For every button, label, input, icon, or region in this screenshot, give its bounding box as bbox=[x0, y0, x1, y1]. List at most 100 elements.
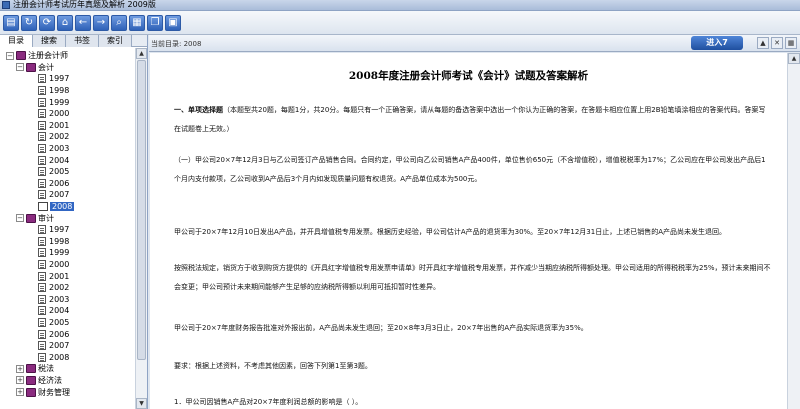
close-icon[interactable]: ✕ bbox=[771, 37, 783, 49]
left-panel: 目录 搜索 书签 索引 − 注册会计师 − 会计 1997 1998 1999 200… bbox=[0, 35, 148, 409]
page-icon bbox=[38, 283, 46, 293]
tree-label: 2007 bbox=[49, 190, 70, 200]
book-icon bbox=[26, 375, 36, 385]
book-icon bbox=[26, 213, 36, 223]
page-icon bbox=[38, 271, 46, 281]
tree-node-subject[interactable]: + 经济法 bbox=[0, 375, 135, 387]
open-page-icon bbox=[38, 202, 48, 212]
tree-node-year[interactable]: 1998 bbox=[0, 85, 135, 97]
tree-label: 2000 bbox=[49, 109, 70, 119]
page-icon bbox=[38, 341, 46, 351]
tree-node-year[interactable]: 2005 bbox=[0, 317, 135, 329]
tab-contents[interactable]: 目录 bbox=[0, 35, 33, 47]
paragraph: （一）甲公司20×7年12月3日与乙公司签订产品销售合同。合同约定，甲公司向乙公… bbox=[174, 156, 766, 183]
tree-node-year[interactable]: 2008 bbox=[0, 351, 135, 363]
notes-icon[interactable]: ▦ bbox=[129, 14, 145, 31]
tree-node-year[interactable]: 2004 bbox=[0, 305, 135, 317]
collapse-icon[interactable]: − bbox=[16, 63, 24, 72]
tree-node-year[interactable]: 2003 bbox=[0, 293, 135, 305]
tree-label: 2006 bbox=[49, 329, 70, 339]
book-icon bbox=[26, 62, 36, 72]
reload-icon[interactable]: ⟳ bbox=[39, 14, 55, 31]
tree-node-year[interactable]: 2000 bbox=[0, 108, 135, 120]
scroll-up-icon[interactable]: ▲ bbox=[788, 53, 800, 64]
app-icon bbox=[2, 1, 10, 9]
page-icon bbox=[38, 86, 46, 96]
tree-node-year[interactable]: 1997 bbox=[0, 224, 135, 236]
tree-node-year[interactable]: 2000 bbox=[0, 259, 135, 271]
tree-node-year[interactable]: 1998 bbox=[0, 236, 135, 248]
tree-node-root[interactable]: − 注册会计师 bbox=[0, 50, 135, 62]
sidebar-tabs: 目录 搜索 书签 索引 bbox=[0, 35, 147, 47]
search-icon[interactable]: ⌕ bbox=[111, 14, 127, 31]
expand-icon[interactable]: + bbox=[16, 376, 24, 385]
document-scrollbar[interactable]: ▲ bbox=[787, 53, 800, 409]
tree-node-year[interactable]: 2004 bbox=[0, 154, 135, 166]
expand-icon[interactable]: + bbox=[16, 388, 24, 397]
page-icon bbox=[38, 74, 46, 84]
tree-label: 1997 bbox=[49, 74, 70, 84]
tree-node-year[interactable]: 1999 bbox=[0, 247, 135, 259]
tree-node-year[interactable]: 2001 bbox=[0, 120, 135, 132]
scroll-up-icon[interactable]: ▲ bbox=[136, 48, 147, 59]
tree-node-subject[interactable]: + 税法 bbox=[0, 363, 135, 375]
scroll-down-icon[interactable]: ▼ bbox=[136, 398, 147, 409]
enter-button[interactable]: 进入7 bbox=[691, 36, 743, 50]
tree-node-year[interactable]: 2007 bbox=[0, 189, 135, 201]
tree-label: 税法 bbox=[38, 364, 54, 374]
section-text: （本题型共20题，每题1分，共20分。每题只有一个正确答案，请从每题的备选答案中… bbox=[174, 106, 766, 133]
tree-node-subject[interactable]: − 审计 bbox=[0, 212, 135, 224]
tree-label: 2004 bbox=[49, 155, 70, 165]
book-icon[interactable]: ▤ bbox=[3, 14, 19, 31]
refresh-icon[interactable]: ↻ bbox=[21, 14, 37, 31]
page-icon bbox=[38, 259, 46, 269]
tree-label: 2003 bbox=[49, 294, 70, 304]
grid-icon[interactable]: ▦ bbox=[785, 37, 797, 49]
tree-node-year[interactable]: 1999 bbox=[0, 96, 135, 108]
page-icon bbox=[38, 132, 46, 142]
tree-scrollbar[interactable]: ▲ ▼ bbox=[135, 48, 147, 409]
collapse-icon[interactable]: − bbox=[6, 51, 14, 60]
forward-icon[interactable]: → bbox=[93, 14, 109, 31]
tab-index[interactable]: 索引 bbox=[99, 35, 132, 47]
tree-node-subject[interactable]: − 会计 bbox=[0, 62, 135, 74]
print-icon[interactable]: ▣ bbox=[165, 14, 181, 31]
scroll-up-icon[interactable]: ▲ bbox=[757, 37, 769, 49]
tree-node-year[interactable]: 2005 bbox=[0, 166, 135, 178]
tree-node-year[interactable]: 2002 bbox=[0, 282, 135, 294]
tree-node-year[interactable]: 2001 bbox=[0, 270, 135, 282]
tree-node-subject[interactable]: + 财务管理 bbox=[0, 386, 135, 398]
collapse-icon[interactable]: − bbox=[16, 214, 24, 223]
tree-label: 2002 bbox=[49, 283, 70, 293]
section-heading: 一、单项选择题 bbox=[174, 106, 223, 114]
tree-node-year[interactable]: 2007 bbox=[0, 340, 135, 352]
tree-label: 1997 bbox=[49, 225, 70, 235]
tree-node-year-selected[interactable]: 2008 bbox=[0, 201, 135, 213]
content-header: 当前目录: 2008 进入7 ▲ ✕ ▦ bbox=[149, 35, 800, 52]
tree-node-year[interactable]: 2006 bbox=[0, 328, 135, 340]
tree-label: 2006 bbox=[49, 178, 70, 188]
tree-label: 财务管理 bbox=[38, 387, 70, 397]
page-icon bbox=[38, 97, 46, 107]
page-icon bbox=[38, 352, 46, 362]
paragraph: 1．甲公司因销售A产品对20×7年度利润总额的影响是（ ）。 bbox=[174, 398, 363, 406]
tab-bookmarks[interactable]: 书签 bbox=[66, 35, 99, 47]
book-icon bbox=[26, 364, 36, 374]
tab-search[interactable]: 搜索 bbox=[33, 35, 66, 47]
page-icon bbox=[38, 317, 46, 327]
tree-node-year[interactable]: 1997 bbox=[0, 73, 135, 85]
tree-label: 2000 bbox=[49, 259, 70, 269]
expand-icon[interactable]: + bbox=[16, 364, 24, 373]
page-icon bbox=[38, 294, 46, 304]
tree-node-year[interactable]: 2002 bbox=[0, 131, 135, 143]
home-icon[interactable]: ⌂ bbox=[57, 14, 73, 31]
toolbar: ▤ ↻ ⟳ ⌂ ← → ⌕ ▦ ❐ ▣ bbox=[0, 11, 800, 35]
paragraph: 按照税法规定，销货方于收到购货方提供的《开具红字增值税专用发票申请单》时开具红字… bbox=[174, 264, 771, 291]
tree-node-year[interactable]: 2003 bbox=[0, 143, 135, 155]
tree-node-year[interactable]: 2006 bbox=[0, 178, 135, 190]
tree-label: 2007 bbox=[49, 341, 70, 351]
scroll-thumb[interactable] bbox=[137, 60, 146, 360]
back-icon[interactable]: ← bbox=[75, 14, 91, 31]
copy-icon[interactable]: ❐ bbox=[147, 14, 163, 31]
tree-label: 2008 bbox=[50, 202, 75, 212]
